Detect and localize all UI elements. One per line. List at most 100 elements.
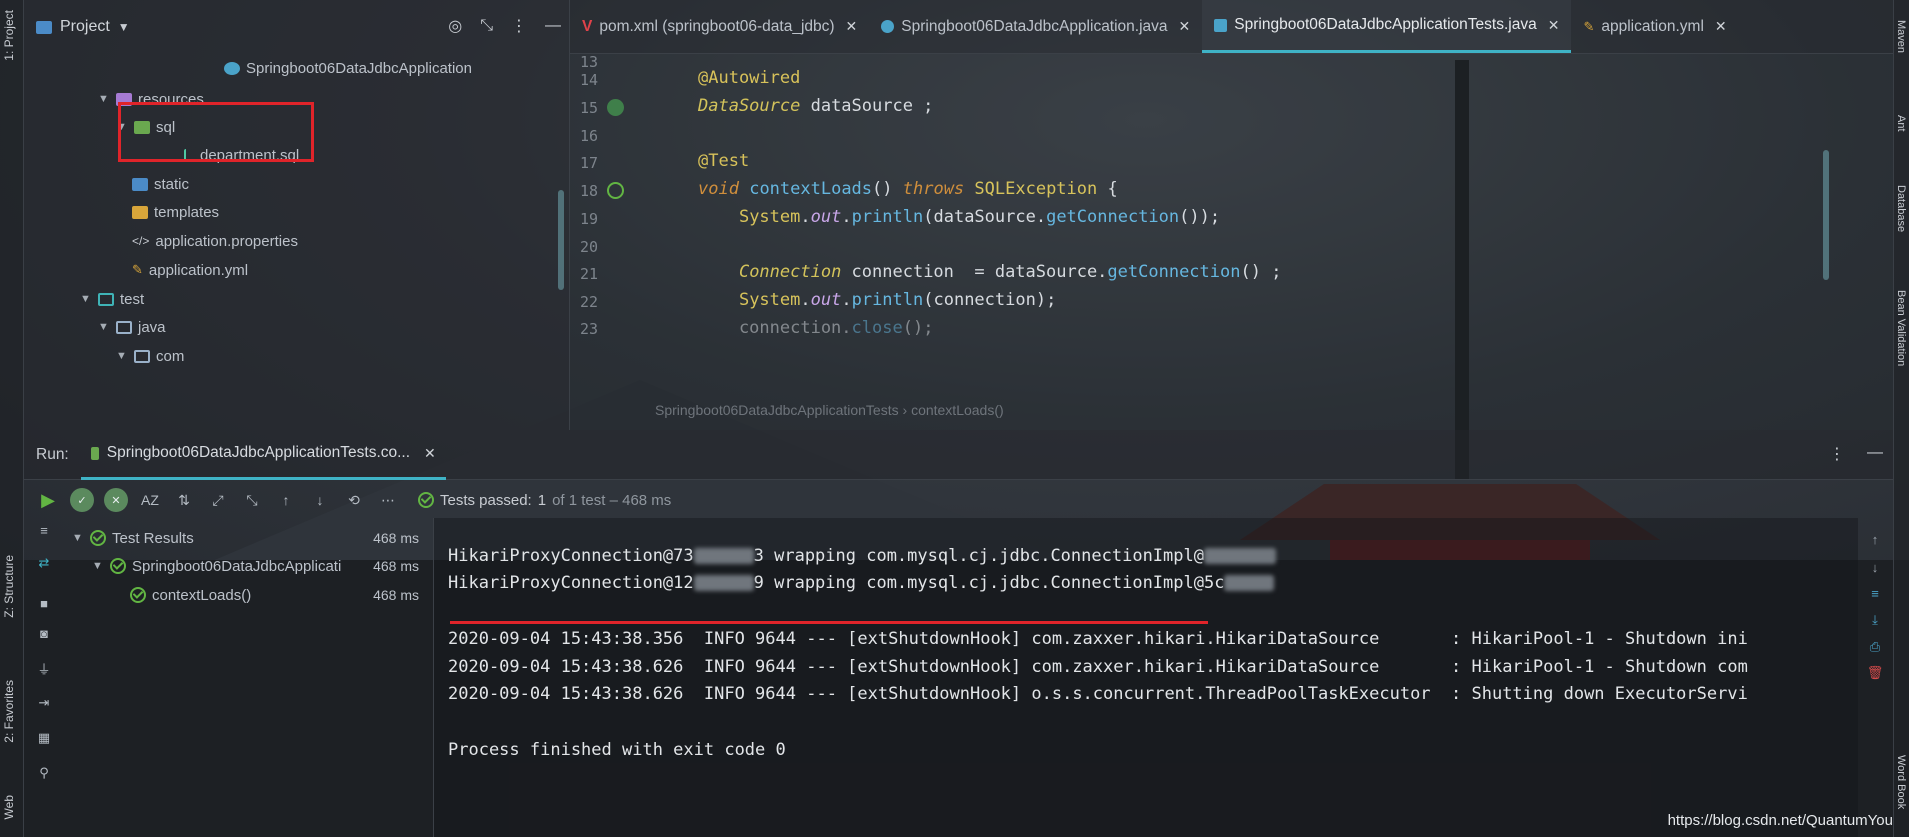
pin-icon[interactable]: ⚲ [36,765,52,781]
chevron-down-icon[interactable]: ▼ [98,93,110,105]
bean-navigation-icon[interactable] [607,99,624,116]
chevron-down-icon[interactable]: ▼ [118,20,130,34]
tool-window-maven[interactable]: Maven [1895,20,1907,53]
tool-window-project[interactable]: 1: Project [2,10,16,61]
tree-item-label: application.yml [148,261,249,279]
tests-passed-label: Tests passed: [440,491,532,509]
collapse-all-icon[interactable]: ⤡ [480,17,493,35]
layout-icon[interactable]: ▦ [36,730,52,746]
more-options-icon[interactable]: ⋮ [511,16,527,36]
result-label: Springboot06DataJdbcApplicati [132,557,342,575]
sort-alphabetically-icon[interactable]: AZ [138,488,162,512]
test-results-tree: ▼ Test Results 468 ms ▼ Springboot06Data… [64,518,434,837]
tab-application-yml[interactable]: ✎ application.yml ✕ [1571,0,1738,53]
console-output[interactable]: HikariProxyConnection@73 3 wrapping com.m… [434,518,1858,837]
line-number: 17 [579,154,598,172]
history-icon[interactable]: ⟲ [342,488,366,512]
down-arrow-icon[interactable]: ↓ [1866,558,1884,576]
breadcrumb: Springboot06DataJdbcApplicationTests › c… [655,402,1004,418]
tree-item-label: application.properties [155,232,298,250]
tree-item-application-yml[interactable]: ✎ application.yml [132,256,248,284]
console-log-line: 2020-09-04 15:43:38.626 INFO 9644 --- [e… [448,657,1748,677]
tool-window-database[interactable]: Database [1895,185,1907,232]
more-icon[interactable]: ⋯ [376,488,400,512]
exit-icon[interactable]: ⇥ [36,695,52,711]
breadcrumb-method[interactable]: contextLoads() [911,402,1004,418]
close-icon[interactable]: ✕ [1548,17,1560,34]
tests-passed-detail: of 1 test – 468 ms [552,491,672,509]
tree-item-application-class[interactable]: Springboot06DataJdbcApplication [224,54,472,82]
tree-item-test[interactable]: ▼ test [80,285,144,313]
line-number: 13 [579,53,598,71]
previous-failed-icon[interactable]: ↑ [274,488,298,512]
result-time: 468 ms [373,587,419,603]
soft-wrap-icon[interactable]: ≡ [36,522,52,538]
print-icon[interactable]: ⎙ [1866,638,1884,656]
run-side-toolbar: ≡ ⇄ ■ ◙ ⏚ ⇥ ▦ ⚲ [24,520,64,837]
close-icon[interactable]: ✕ [424,445,436,462]
console-text: HikariProxyConnection@12 [448,573,694,593]
tab-application-tests-java[interactable]: Springboot06DataJdbcApplicationTests.jav… [1202,0,1572,53]
tree-item-application-properties[interactable]: </> application.properties [132,227,298,255]
chevron-down-icon[interactable]: ▼ [72,532,84,544]
wrap-icon[interactable]: ≡ [1866,584,1884,602]
tool-window-bean-validation[interactable]: Bean Validation [1895,290,1907,366]
swap-icon[interactable]: ⇄ [36,555,52,571]
chevron-down-icon[interactable]: ▼ [80,293,92,305]
redacted-text [1224,575,1275,591]
rerun-icon[interactable]: ▶ [36,488,60,512]
tool-window-structure[interactable]: Z: Structure [2,555,16,618]
project-view-icon [36,20,52,34]
tree-item-label: com [156,347,185,365]
tree-item-label: Springboot06DataJdbcApplication [246,59,472,77]
tree-item-java[interactable]: ▼ java [98,313,166,341]
test-status: Tests passed: 1 of 1 test – 468 ms [418,492,671,509]
next-failed-icon[interactable]: ↓ [308,488,332,512]
plug-icon[interactable]: ⏚ [36,660,52,677]
editor-scrollbar[interactable] [1823,150,1829,280]
breadcrumb-class[interactable]: Springboot06DataJdbcApplicationTests [655,402,899,418]
run-tab-label: Springboot06DataJdbcApplicationTests.co.… [106,444,411,461]
run-tab[interactable]: Springboot06DataJdbcApplicationTests.co.… [80,430,446,480]
close-icon[interactable]: ✕ [846,18,858,35]
close-icon[interactable]: ✕ [1179,18,1191,35]
sort-by-duration-icon[interactable]: ⇅ [172,488,196,512]
scroll-to-end-icon[interactable]: ⤓ [1866,611,1884,629]
show-passed-icon[interactable]: ✓ [70,488,94,512]
project-panel-header: Project ▼ ◎ ⤡ ⋮ — [24,0,569,54]
chevron-down-icon[interactable]: ▼ [92,560,104,572]
tool-window-web[interactable]: Web [2,795,16,819]
collapse-all-icon[interactable]: ⤡ [240,488,264,512]
tree-item-com[interactable]: ▼ com [116,342,184,370]
tab-application-java[interactable]: Springboot06DataJdbcApplication.java ✕ [869,0,1202,53]
camera-icon[interactable]: ◙ [36,625,52,641]
project-view-selector[interactable]: Project [60,18,110,36]
more-options-icon[interactable]: ⋮ [1829,444,1845,464]
console-text: HikariProxyConnection@73 [448,546,694,566]
line-number: 22 [579,293,598,311]
tool-window-ant[interactable]: Ant [1895,115,1907,132]
hide-panel-icon[interactable]: — [545,17,561,35]
stop-icon[interactable]: ■ [36,595,52,611]
test-results-class[interactable]: ▼ Springboot06DataJdbcApplicati 468 ms [92,552,427,580]
run-test-icon[interactable] [607,182,624,199]
hide-panel-icon[interactable]: — [1867,444,1883,464]
expand-all-icon[interactable]: ⤢ [206,488,230,512]
tab-pom-xml[interactable]: V pom.xml (springboot06-data_jdbc) ✕ [570,0,869,53]
tree-item-static[interactable]: static [132,170,189,198]
check-icon [110,558,126,574]
up-arrow-icon[interactable]: ↑ [1866,530,1884,548]
test-results-method[interactable]: contextLoads() 468 ms [130,581,427,609]
code-editor[interactable]: 13 14 15 16 17 18 19 20 21 22 23 @Autowi… [570,53,1893,430]
project-scrollbar[interactable] [558,190,564,290]
tool-window-word-book[interactable]: Word Book [1895,755,1907,809]
tree-item-templates[interactable]: templates [132,198,219,226]
show-ignored-icon[interactable]: ✕ [104,488,128,512]
chevron-down-icon[interactable]: ▼ [116,350,128,362]
locate-file-icon[interactable]: ◎ [448,16,462,36]
chevron-down-icon[interactable]: ▼ [98,321,110,333]
close-icon[interactable]: ✕ [1715,18,1727,35]
clear-icon[interactable]: 🗑 [1866,664,1884,682]
test-results-root[interactable]: ▼ Test Results 468 ms [72,524,427,552]
tool-window-favorites[interactable]: 2: Favorites [2,680,16,743]
